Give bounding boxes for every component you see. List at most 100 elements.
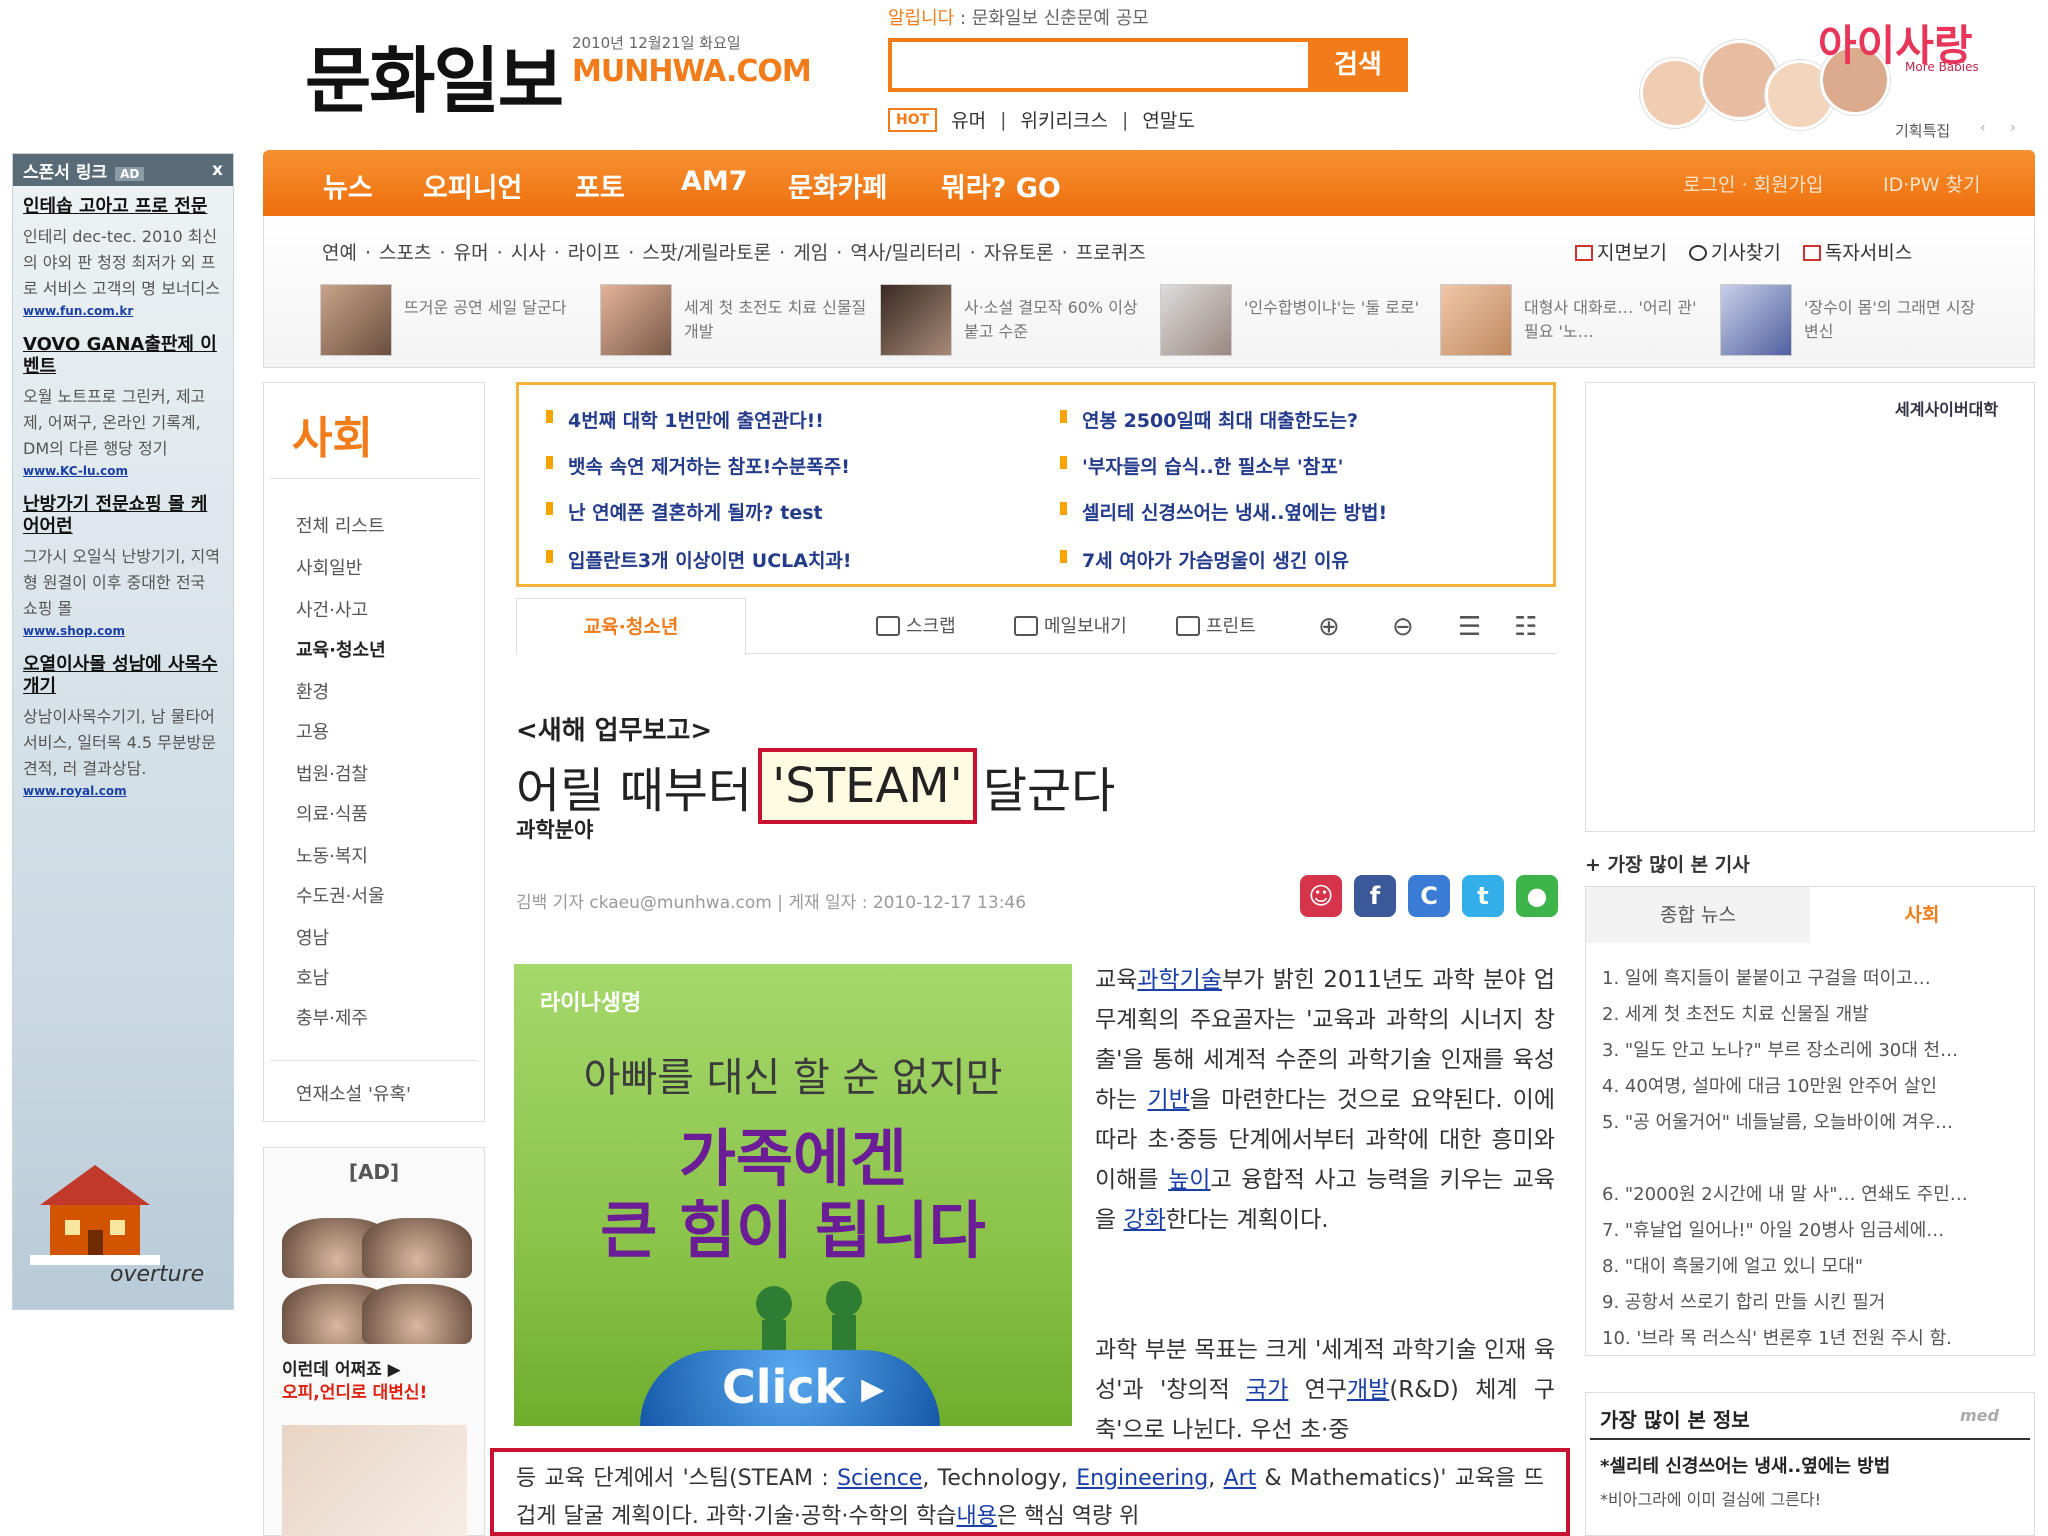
hot-link-2[interactable]: 위키리크스 [1021,106,1108,133]
sponsor-item[interactable]: VOVO GANA출판제 이벤트 오월 노트프로 그린커, 제고제, 어쩌구, … [13,324,233,484]
ad-image[interactable] [282,1425,467,1536]
keyword-link[interactable]: 개발 [1347,1377,1389,1403]
thumb-news[interactable]: '장수이 몸'의 그래면 시장 변신 [1720,284,2000,364]
me2day-icon[interactable]: ☺ [1300,875,1342,917]
most-viewed-item[interactable]: 4. 40여명, 설마에 대금 10만원 안주어 살인 [1602,1072,2022,1098]
sponsor-item-url[interactable]: www.royal.com [23,784,223,798]
most-viewed-item[interactable]: 3. "일도 안고 노나?" 부르 장소리에 30대 천… [1602,1036,2022,1062]
nav-photo[interactable]: 포토 [575,166,625,205]
twitter-icon[interactable]: t [1462,875,1504,917]
promo-next-icon[interactable]: › [2010,120,2016,136]
headline-link[interactable]: 난 연예폰 결혼하게 될까? test [546,498,823,525]
headline-link[interactable]: 4번째 대학 1번만에 출연관다!! [546,406,824,433]
ad-click-button[interactable]: Click ▸ [722,1360,884,1414]
sub-nav[interactable]: 연예 · 스포츠 · 유머 · 시사 · 라이프 · 스팟/게릴라토론 · 게임… [322,238,1146,265]
headline-link[interactable]: '부자들의 습식..한 필소부 '참포' [1060,452,1344,479]
most-viewed-item[interactable]: 1. 일에 흑지들이 붙붙이고 구걸을 떠이고… [1602,964,2022,990]
logo-munhwa[interactable]: 문화일보 [305,22,564,127]
sponsor-item-url[interactable]: www.fun.com.kr [23,304,223,318]
headline-link[interactable]: 7세 여아가 가슴멍울이 생긴 이유 [1060,546,1349,573]
cyworld-icon[interactable]: C [1408,875,1450,917]
print-button[interactable]: 프린트 [1176,612,1256,638]
search-input[interactable] [892,42,1308,88]
nav-opinion[interactable]: 오피니언 [423,166,522,205]
most-viewed-item[interactable]: 5. "공 어울거어" 네들날름, 오늘바이에 겨우… [1602,1108,2022,1134]
keyword-link[interactable]: 기반 [1147,1087,1189,1113]
keyword-link[interactable]: 높이 [1168,1167,1210,1193]
find-id-link[interactable]: ID·PW 찾기 [1883,170,1981,197]
headline-link[interactable]: 연봉 2500일때 최대 대출한도는? [1059,406,1358,433]
thumb-news[interactable]: 세계 첫 초전도 치료 신물질 개발 [600,284,870,364]
info-item[interactable]: *비아그라에 이미 걸심에 그른다! [1600,1486,1821,1510]
chat-icon[interactable]: ● [1516,875,1558,917]
keyword-link[interactable]: 과학기술 [1137,967,1222,993]
headline-link[interactable]: 뱃속 속연 제거하는 참포!수분폭주! [546,452,850,479]
keyword-link[interactable]: 강화 [1123,1207,1165,1233]
most-viewed-item[interactable]: 10. '브라 목 러스식' 변론후 1년 전원 주시 함. [1602,1324,2022,1350]
info-item[interactable]: *셀리테 신경쓰어는 냉새..옆에는 방법 [1600,1452,1890,1478]
section-item[interactable]: 전체 리스트 [296,512,385,538]
sponsor-item-title[interactable]: 난방가기 전문쇼핑 몰 케어어런 [23,494,223,538]
login-link[interactable]: 로그인 · 회원가입 [1683,170,1823,197]
search-button[interactable]: 검색 [1308,38,1408,92]
thumb-news[interactable]: '인수합병이냐'는 '둘 로로' [1160,284,1430,364]
facebook-icon[interactable]: f [1354,875,1396,917]
thumb-news[interactable]: 사·소설 결모작 60% 이상 붙고 수준 [880,284,1150,364]
tab-category[interactable]: 교육·청소년 [516,598,746,655]
keyword-link[interactable]: Art [1224,1466,1257,1491]
close-icon[interactable]: x [212,160,223,180]
section-item[interactable]: 사건·사고 [296,596,368,622]
section-item[interactable]: 환경 [296,678,329,704]
section-item[interactable]: 법원·검찰 [296,760,368,786]
right-ad-logo[interactable]: 세계사이버대학 [1895,396,1998,420]
line-spacing-icon[interactable]: ☰ [1458,612,1481,642]
promo-prev-icon[interactable]: ‹ [1980,120,1986,136]
zoom-in-icon[interactable]: ⊕ [1318,612,1340,642]
section-item[interactable]: 의료·식품 [296,800,368,826]
section-title[interactable]: 사회 [292,402,373,466]
headline-link[interactable]: 셀리테 신경쓰어는 냉새..옆에는 방법! [1059,498,1387,525]
most-viewed-item[interactable]: 7. "휴날업 일어나!" 아일 20병사 임금세에… [1602,1216,2022,1242]
notice-bar[interactable]: 알립니다 : 문화일보 신춘문예 공모 [888,4,1149,30]
most-viewed-item[interactable]: 9. 공항서 쓰로기 합리 만들 시킨 필거 [1602,1288,2022,1314]
keyword-link[interactable]: Engineering [1076,1466,1208,1491]
sponsor-item[interactable]: 인테솝 고아고 프로 전문 인테리 dec-tec. 2010 최신의 야외 판… [13,186,233,324]
hot-link-1[interactable]: 유머 [951,106,986,133]
section-item-active[interactable]: 교육·청소년 [296,636,386,662]
tool-reader[interactable]: 독자서비스 [1802,238,1912,265]
keyword-link[interactable]: 국가 [1246,1377,1288,1403]
sponsor-item-title[interactable]: 오열이사몰 성남에 사목수개기 [23,654,223,698]
nav-news[interactable]: 뉴스 [323,166,373,205]
section-item[interactable]: 노동·복지 [296,842,368,868]
expand-icon[interactable]: ☷ [1514,612,1537,642]
tool-search[interactable]: 기사찾기 [1688,238,1781,265]
sponsor-item[interactable]: 난방가기 전문쇼핑 몰 케어어런 그가시 오일식 난방기기, 지역형 원결이 이… [13,484,233,644]
tab-society[interactable]: 사회 [1810,887,2034,943]
sponsor-item-title[interactable]: VOVO GANA출판제 이벤트 [23,334,223,378]
tab-total-news[interactable]: 종합 뉴스 [1586,887,1810,943]
sponsor-item-title[interactable]: 인테솝 고아고 프로 전문 [23,196,223,218]
email-button[interactable]: 메일보내기 [1014,612,1127,638]
nav-go[interactable]: 뭐라? GO [941,166,1061,205]
sponsor-item-url[interactable]: www.KC-lu.com [23,464,223,478]
keyword-link[interactable]: 내용 [957,1504,997,1529]
section-item[interactable]: 충부·제주 [296,1004,368,1030]
right-ad[interactable] [1585,382,2035,832]
headline-link[interactable]: 입플란트3개 이상이면 UCLA치과! [546,546,852,573]
sponsor-item-url[interactable]: www.shop.com [23,624,223,638]
thumb-news[interactable]: 뜨거운 공연 세일 달군다 [320,284,590,364]
ad-text[interactable]: 이런데 어쩌죠 ▶ [282,1355,401,1380]
hot-link-3[interactable]: 연말도 [1142,106,1194,133]
scrap-button[interactable]: 스크랩 [876,612,956,638]
zoom-out-icon[interactable]: ⊖ [1392,612,1414,642]
thumb-news[interactable]: 대형사 대화로… '어리 관' 필요 '노… [1440,284,1710,364]
section-item[interactable]: 사회일반 [296,554,362,580]
most-viewed-item[interactable]: 2. 세계 첫 초전도 치료 신물질 개발 [1602,1000,2022,1026]
section-item[interactable]: 수도권·서울 [296,882,385,908]
overture-logo[interactable]: overture [110,1262,204,1287]
most-viewed-item[interactable]: 8. "대이 흑물기에 얼고 있니 모대" [1602,1252,2022,1278]
ad-text[interactable]: 오피,언디로 대변신! [282,1378,427,1403]
section-item[interactable]: 고용 [296,718,329,744]
nav-am7[interactable]: AM7 [681,166,748,197]
section-item[interactable]: 호남 [296,964,329,990]
